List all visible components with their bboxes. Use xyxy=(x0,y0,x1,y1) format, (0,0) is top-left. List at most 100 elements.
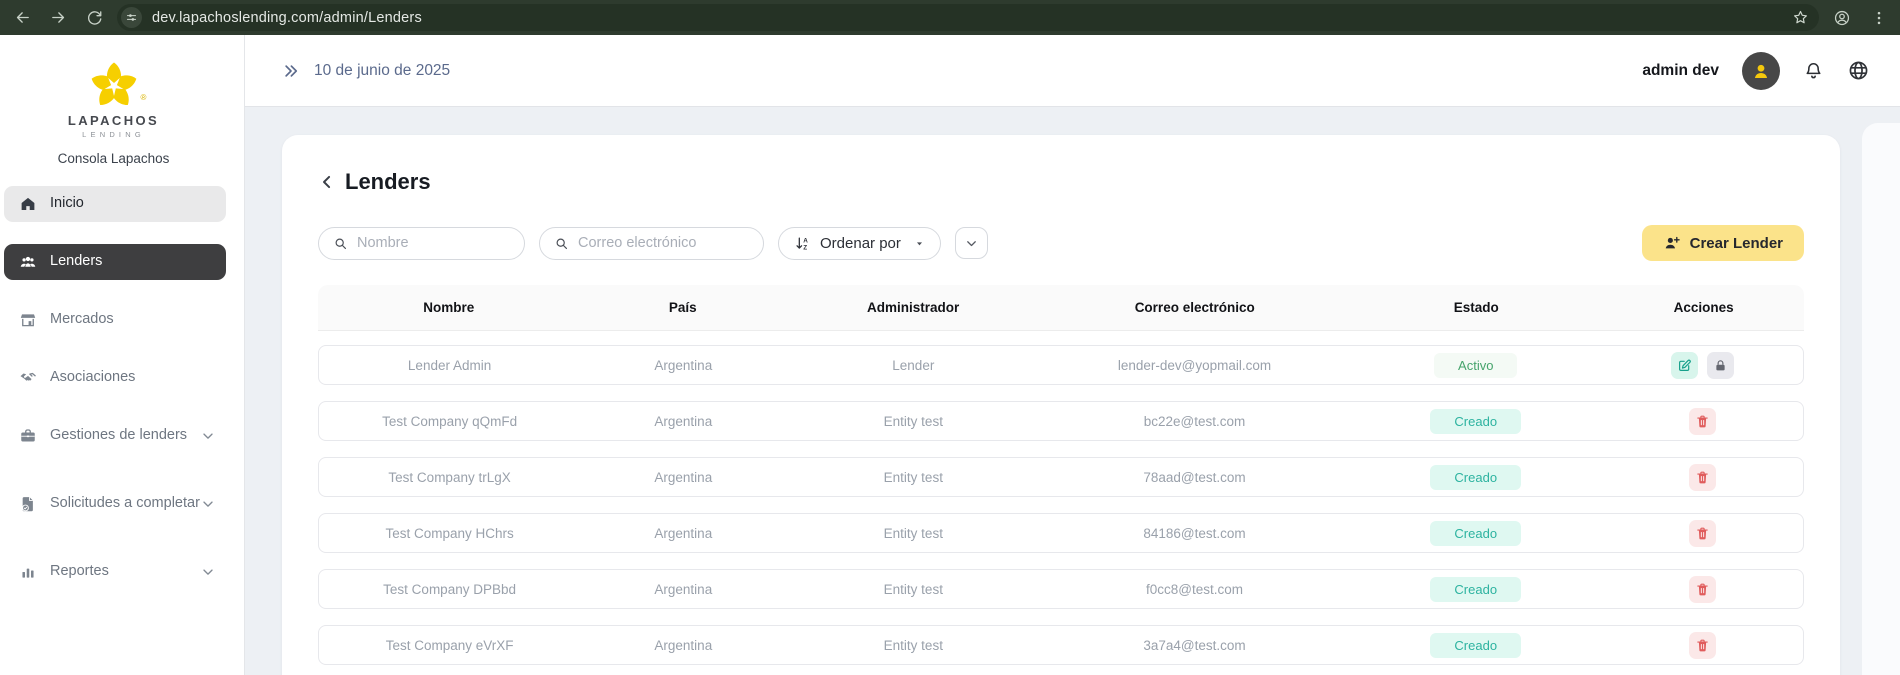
name-search-input[interactable] xyxy=(357,235,510,251)
caret-down-icon xyxy=(914,238,925,249)
column-header: Nombre xyxy=(423,300,475,315)
page-title: Lenders xyxy=(345,169,431,194)
delete-button[interactable] xyxy=(1689,407,1717,435)
email-search-input[interactable] xyxy=(578,235,749,251)
cell-estado: Activo xyxy=(1349,352,1603,378)
delete-button[interactable] xyxy=(1689,519,1717,547)
content-area: Lenders Ordenar por xyxy=(245,107,1900,675)
cell-administrador: Entity test xyxy=(883,469,943,485)
column-header: País xyxy=(668,300,697,315)
forward-button[interactable] xyxy=(50,9,67,26)
cell-acciones xyxy=(1603,351,1803,379)
delete-button[interactable] xyxy=(1689,631,1717,659)
browser-menu-icon[interactable] xyxy=(1870,9,1888,27)
brand-logo: ® LAPACHOS LENDING xyxy=(0,35,227,139)
bookmark-star-icon[interactable] xyxy=(1792,9,1809,26)
sidebar-item-reportes[interactable]: Reportes xyxy=(4,554,226,590)
chevron-down-icon xyxy=(200,428,216,444)
avatar[interactable] xyxy=(1742,51,1780,90)
sidebar-item-inicio[interactable]: Inicio xyxy=(4,186,226,222)
lock-button[interactable] xyxy=(1707,351,1735,379)
sidebar-item-lenders[interactable]: Lenders xyxy=(4,244,226,280)
sort-by-button[interactable]: Ordenar por xyxy=(778,226,941,260)
brand-name: LAPACHOS xyxy=(67,113,160,128)
table-row: Lender Admin Argentina Lender lender-dev@yo… xyxy=(318,345,1804,385)
cell-pais: Argentina xyxy=(654,637,713,653)
sidebar-item-label: Lenders xyxy=(50,253,103,270)
cell-estado: Creado xyxy=(1349,520,1603,546)
briefcase-icon xyxy=(19,427,37,445)
lapachos-flower-icon xyxy=(91,62,136,106)
table-header: Nombre País Administrador Correo electrónic… xyxy=(318,285,1804,331)
date-text: 10 de junio de 2025 xyxy=(314,61,451,79)
status-badge: Activo xyxy=(1434,352,1518,378)
lenders-table: Lender Admin Argentina Lender lender-dev@yo… xyxy=(318,345,1804,665)
cell-acciones xyxy=(1603,519,1803,547)
back-chevron-icon[interactable] xyxy=(318,173,336,191)
cell-acciones xyxy=(1603,407,1803,435)
delete-icon xyxy=(1695,526,1710,541)
sidebar-nav: Inicio Lenders Mercados Asociaciones Gestion… xyxy=(0,186,244,590)
sort-alpha-icon xyxy=(794,235,811,252)
cell-correo: 78aad@test.com xyxy=(1143,469,1246,485)
status-badge: Creado xyxy=(1430,520,1522,546)
table-row: Test Company trLgX Argentina Entity test 78… xyxy=(318,457,1804,497)
sidebar-item-asociaciones[interactable]: Asociaciones xyxy=(4,360,226,396)
sidebar-item-label: Mercados xyxy=(50,311,114,328)
delete-icon xyxy=(1695,470,1710,485)
sidebar-item-gestiones-de-lenders[interactable]: Gestiones de lenders xyxy=(4,418,226,454)
delete-button[interactable] xyxy=(1689,575,1717,603)
table-row: Test Company eVrXF Argentina Entity test 3a… xyxy=(318,625,1804,665)
sidebar-collapse-toggle[interactable] xyxy=(282,62,300,80)
registered-mark: ® xyxy=(140,93,147,102)
sort-by-label: Ordenar por xyxy=(820,234,901,252)
doc-check-icon xyxy=(19,495,37,513)
name-search-field[interactable] xyxy=(318,226,525,260)
column-header: Administrador xyxy=(866,300,960,315)
notifications-bell-icon[interactable] xyxy=(1803,60,1824,81)
console-caption: Consola Lapachos xyxy=(57,151,170,166)
email-search-field[interactable] xyxy=(539,226,764,260)
create-lender-button[interactable]: Crear Lender xyxy=(1641,225,1804,261)
browser-profile-icon[interactable] xyxy=(1833,9,1851,27)
topbar: 10 de junio de 2025 admin dev xyxy=(245,35,1900,107)
address-bar[interactable]: dev.lapachoslending.com/admin/Lenders xyxy=(117,4,1819,31)
sidebar-item-label: Inicio xyxy=(50,195,84,212)
person-icon xyxy=(1750,60,1772,82)
cell-correo: lender-dev@yopmail.com xyxy=(1117,357,1272,373)
browser-bar: dev.lapachoslending.com/admin/Lenders xyxy=(0,0,1900,35)
column-header: Acciones xyxy=(1673,300,1734,315)
cell-nombre: Lender Admin xyxy=(407,357,492,373)
sidebar-item-solicitudes-a-completar[interactable]: Solicitudes a completar xyxy=(4,476,226,532)
person-plus-icon xyxy=(1663,234,1681,252)
site-info-button[interactable] xyxy=(121,7,142,28)
column-header: Estado xyxy=(1453,300,1499,315)
cell-pais: Argentina xyxy=(654,413,713,429)
chevron-down-icon xyxy=(200,564,216,580)
tune-icon xyxy=(125,11,138,24)
sidebar-item-mercados[interactable]: Mercados xyxy=(4,302,226,338)
cell-pais: Argentina xyxy=(654,357,713,373)
lenders-card: Lenders Ordenar por xyxy=(282,135,1840,675)
cell-correo: f0cc8@test.com xyxy=(1146,581,1244,597)
users-icon xyxy=(19,253,37,271)
brand-subtitle: LENDING xyxy=(82,130,145,139)
language-globe-icon[interactable] xyxy=(1847,59,1870,82)
cell-nombre: Test Company qQmFd xyxy=(382,413,518,429)
expand-filters-button[interactable] xyxy=(954,227,988,259)
cell-pais: Argentina xyxy=(654,581,713,597)
cell-administrador: Entity test xyxy=(883,525,943,541)
chart-icon xyxy=(19,563,37,581)
back-button[interactable] xyxy=(14,9,31,26)
right-panel-edge xyxy=(1862,123,1900,675)
cell-correo: 3a7a4@test.com xyxy=(1143,637,1246,653)
delete-icon xyxy=(1695,582,1710,597)
sidebar-item-label: Gestiones de lenders xyxy=(50,427,188,444)
cell-correo: 84186@test.com xyxy=(1143,525,1246,541)
reload-button[interactable] xyxy=(86,9,103,26)
edit-button[interactable] xyxy=(1671,351,1699,379)
cell-estado: Creado xyxy=(1349,464,1603,490)
delete-icon xyxy=(1695,638,1710,653)
delete-button[interactable] xyxy=(1689,463,1717,491)
user-name: admin dev xyxy=(1642,61,1719,79)
